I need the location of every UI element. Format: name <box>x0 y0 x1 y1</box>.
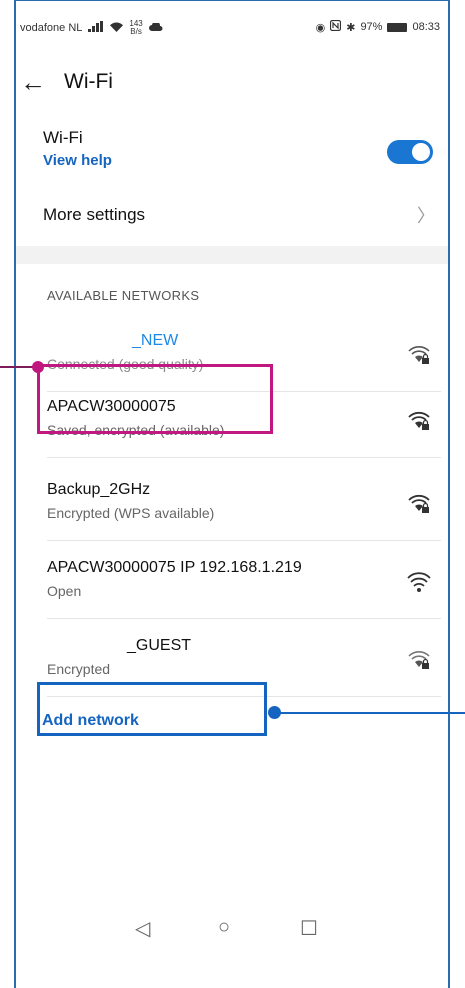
recents-square-icon[interactable]: ☐ <box>300 916 318 941</box>
toggle-knob <box>412 143 430 161</box>
annotation-blue-box <box>37 682 267 736</box>
network-status: Open <box>47 583 82 599</box>
page-header: ← Wi-Fi <box>20 62 113 102</box>
nav-bar: ◁ ○ ☐ <box>0 916 465 956</box>
home-circle-icon[interactable]: ○ <box>218 916 230 939</box>
wifi-lock-icon <box>408 411 430 430</box>
annotation-blue-line <box>275 712 465 714</box>
network-status: Encrypted <box>47 661 111 677</box>
view-help-link[interactable]: View help <box>43 152 112 169</box>
more-settings-row[interactable]: More settings 〉 <box>43 196 441 234</box>
wifi-lock-icon <box>408 346 430 364</box>
back-arrow-icon[interactable]: ← <box>20 67 64 98</box>
network-status: Encrypted (WPS available) <box>47 505 215 521</box>
chevron-right-icon: 〉 <box>417 206 435 226</box>
wifi-icon <box>407 572 431 592</box>
wifi-lock-icon <box>408 651 430 669</box>
available-networks-header: AVAILABLE NETWORKS <box>47 288 200 303</box>
network-name: Backup_2GHz <box>47 481 151 498</box>
battery-percent: 97% <box>360 21 383 33</box>
eye-icon: ◉ <box>315 21 326 34</box>
section-divider <box>16 246 448 264</box>
clock: 08:33 <box>412 21 440 33</box>
speed-unit: B/s <box>130 27 142 36</box>
wifi-toggle-switch[interactable] <box>387 140 433 164</box>
annotation-blue-dot <box>268 706 281 719</box>
bluetooth-icon: ✱ <box>346 21 356 34</box>
network-item[interactable]: Backup_2GHz Encrypted (WPS available) <box>47 475 441 541</box>
signal-icon <box>88 21 104 35</box>
status-bar: vodafone NL 143 B/s ◉ ✱ 97% 08:33 <box>20 16 440 42</box>
wifi-toggle-label: Wi-Fi <box>43 128 83 147</box>
wifi-lock-icon <box>408 494 430 513</box>
battery-icon <box>387 22 408 32</box>
wifi-status-icon <box>110 22 124 35</box>
annotation-pink-box <box>37 364 273 434</box>
nfc-icon <box>330 19 342 34</box>
network-item[interactable]: APACW30000075 IP 192.168.1.219 Open <box>47 553 441 619</box>
cloud-icon <box>148 21 163 34</box>
back-triangle-icon[interactable]: ◁ <box>135 916 150 941</box>
network-name: _NEW <box>132 332 179 349</box>
network-speed: 143 B/s <box>129 20 142 36</box>
network-name: APACW30000075 IP 192.168.1.219 <box>47 559 302 576</box>
more-settings-label: More settings <box>43 205 146 224</box>
page-title: Wi-Fi <box>64 70 113 93</box>
carrier-label: vodafone NL <box>20 22 83 34</box>
network-name: _GUEST <box>127 637 192 654</box>
status-right: ◉ ✱ 97% 08:33 <box>315 19 440 34</box>
wifi-toggle-row[interactable]: Wi-Fi View help <box>43 128 441 184</box>
status-left: vodafone NL 143 B/s <box>20 20 163 36</box>
annotation-pink-dot <box>32 361 44 373</box>
